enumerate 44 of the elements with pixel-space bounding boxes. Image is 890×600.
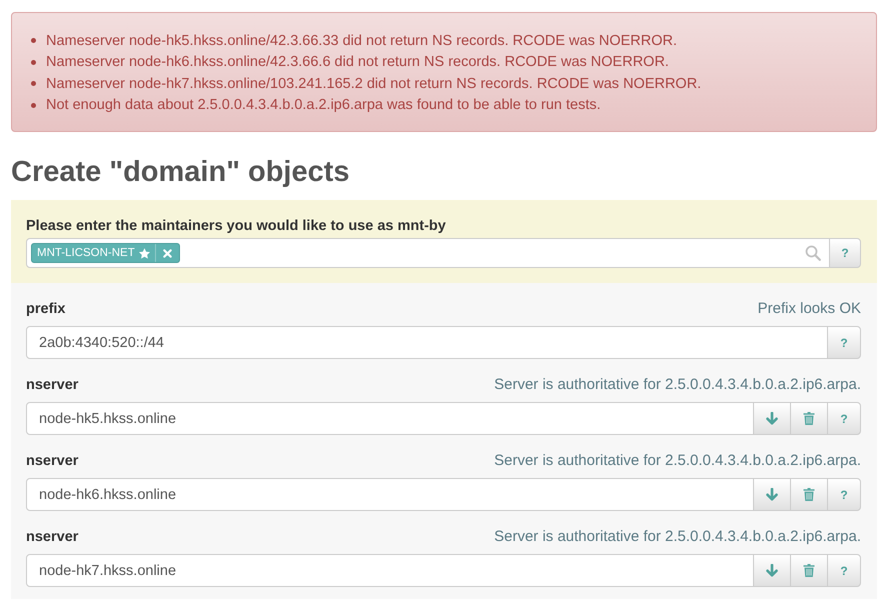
help-button[interactable]: ? bbox=[829, 238, 861, 268]
down-arrow-icon bbox=[766, 412, 778, 425]
close-icon bbox=[162, 248, 172, 258]
page-title: Create "domain" objects bbox=[11, 155, 351, 190]
move-down-button[interactable] bbox=[753, 554, 791, 587]
validation-message: Server is authoritative for 2.5.0.0.4.3.4.b.0.a.2.ip6.arpa. bbox=[494, 528, 861, 546]
text-input[interactable]: 2a0b:4340:520::/44 bbox=[26, 326, 828, 359]
tag-label: MNT-LICSON-NET bbox=[37, 247, 135, 259]
trash-icon bbox=[803, 488, 815, 501]
text-input[interactable]: node-hk7.hkss.online bbox=[26, 554, 754, 587]
field-label: nserver bbox=[26, 376, 78, 394]
help-button[interactable]: ? bbox=[827, 326, 861, 359]
move-down-button[interactable] bbox=[753, 402, 791, 435]
trash-icon bbox=[803, 564, 815, 577]
delete-button[interactable] bbox=[790, 478, 828, 511]
trash-icon bbox=[803, 412, 815, 425]
maintainer-label: Please enter the maintainers you would like to use as mnt-by bbox=[26, 217, 447, 235]
delete-button[interactable] bbox=[790, 554, 828, 587]
star-icon bbox=[138, 248, 150, 258]
validation-message: Server is authoritative for 2.5.0.0.4.3.4.b.0.a.2.ip6.arpa. bbox=[494, 452, 861, 470]
alert-message: Nameserver node-hk6.hkss.online/42.3.66.6 did not return NS records. RCODE was NOERROR. bbox=[46, 54, 669, 70]
help-button[interactable]: ? bbox=[827, 554, 861, 587]
down-arrow-icon bbox=[766, 488, 778, 501]
bullet-icon bbox=[31, 38, 36, 44]
text-input[interactable]: node-hk6.hkss.online bbox=[26, 478, 754, 511]
help-button[interactable]: ? bbox=[827, 478, 861, 511]
delete-button[interactable] bbox=[790, 402, 828, 435]
alert-message: Nameserver node-hk5.hkss.online/42.3.66.33 did not return NS records. RCODE was NOERROR. bbox=[46, 32, 678, 49]
field-label: nserver bbox=[26, 528, 78, 546]
alert-message: Nameserver node-hk7.hkss.online/103.241.165.2 did not return NS records. RCODE was NOERROR. bbox=[46, 76, 702, 92]
down-arrow-icon bbox=[766, 564, 778, 577]
text-input[interactable]: node-hk5.hkss.online bbox=[26, 402, 754, 435]
search-icon bbox=[805, 245, 821, 261]
bullet-icon bbox=[31, 60, 36, 65]
maintainer-input[interactable]: MNT-LICSON-NET bbox=[26, 238, 830, 268]
validation-message: Prefix looks OK bbox=[758, 300, 861, 318]
alert-message: Not enough data about 2.5.0.0.4.3.4.b.0.a.2.ip6.arpa was found to be able to run tests. bbox=[46, 97, 601, 114]
validation-message: Server is authoritative for 2.5.0.0.4.3.4.b.0.a.2.ip6.arpa. bbox=[494, 376, 861, 394]
help-button[interactable]: ? bbox=[827, 402, 861, 435]
bullet-icon bbox=[31, 102, 36, 108]
move-down-button[interactable] bbox=[753, 478, 791, 511]
bullet-icon bbox=[31, 81, 36, 86]
field-label: nserver bbox=[26, 452, 78, 470]
field-label: prefix bbox=[26, 300, 66, 318]
